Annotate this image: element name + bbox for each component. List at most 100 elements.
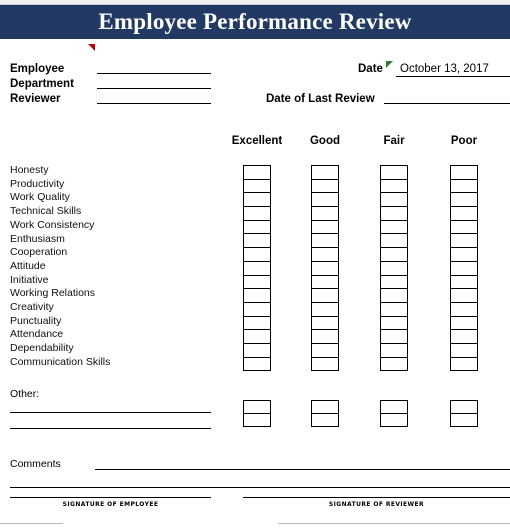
rating-checkbox[interactable]: [244, 276, 270, 290]
other-input-line-1[interactable]: [10, 412, 211, 413]
rating-checkbox[interactable]: [381, 289, 407, 303]
rating-column-poor: [450, 165, 478, 372]
rating-column-header-fair: Fair: [383, 135, 405, 147]
criteria-label-attendance: Attendance: [10, 328, 64, 341]
reviewer-signature-line[interactable]: [243, 497, 510, 498]
rating-checkbox[interactable]: [451, 180, 477, 194]
rating-checkbox[interactable]: [381, 358, 407, 372]
comments-label: Comments: [10, 458, 61, 470]
other-rating-checkbox[interactable]: [381, 401, 407, 414]
rating-checkbox[interactable]: [451, 303, 477, 317]
rating-checkbox[interactable]: [381, 276, 407, 290]
rating-checkbox[interactable]: [312, 262, 338, 276]
other-rating-column-good: [311, 400, 339, 427]
rating-checkbox[interactable]: [451, 262, 477, 276]
department-input-line[interactable]: [97, 88, 211, 89]
date-of-last-review-label: Date of Last Review: [266, 93, 375, 105]
rating-checkbox[interactable]: [244, 207, 270, 221]
rating-checkbox[interactable]: [312, 193, 338, 208]
criteria-label-initiative: Initiative: [10, 273, 49, 286]
rating-checkbox[interactable]: [312, 289, 338, 303]
rating-checkbox[interactable]: [244, 358, 270, 372]
rating-checkbox[interactable]: [244, 289, 270, 303]
rating-checkbox[interactable]: [312, 303, 338, 317]
rating-checkbox[interactable]: [451, 193, 477, 208]
rating-checkbox[interactable]: [381, 221, 407, 235]
rating-checkbox[interactable]: [381, 303, 407, 317]
other-input-line-2[interactable]: [10, 428, 211, 429]
criteria-label-work-consistency: Work Consistency: [10, 218, 95, 231]
rating-checkbox[interactable]: [312, 207, 338, 221]
employee-signature-caption: SIGNATURE OF EMPLOYEE: [62, 500, 159, 508]
rating-checkbox[interactable]: [381, 193, 407, 208]
rating-checkbox[interactable]: [451, 289, 477, 303]
rating-checkbox[interactable]: [312, 317, 338, 331]
reviewer-input-line[interactable]: [97, 103, 211, 104]
rating-checkbox[interactable]: [312, 276, 338, 290]
rating-checkbox[interactable]: [381, 262, 407, 276]
rating-checkbox[interactable]: [451, 166, 477, 180]
rating-checkbox[interactable]: [312, 358, 338, 372]
rating-checkbox[interactable]: [451, 317, 477, 331]
rating-checkbox[interactable]: [244, 193, 270, 208]
rating-checkbox[interactable]: [244, 317, 270, 331]
comments-input-line-1[interactable]: [95, 469, 510, 470]
other-rating-checkbox[interactable]: [381, 414, 407, 427]
bottom-rule-right: [278, 523, 510, 524]
rating-checkbox[interactable]: [312, 180, 338, 194]
criteria-label-honesty: Honesty: [10, 164, 49, 176]
rating-checkbox[interactable]: [381, 166, 407, 180]
rating-checkbox[interactable]: [244, 303, 270, 317]
criteria-list: Honesty Productivity Work Quality Technical…: [10, 164, 210, 370]
rating-checkbox[interactable]: [312, 234, 338, 249]
rating-checkbox[interactable]: [451, 248, 477, 262]
date-value[interactable]: October 13, 2017: [400, 63, 489, 76]
criteria-label-productivity: Productivity: [10, 177, 65, 190]
rating-checkbox[interactable]: [451, 344, 477, 358]
rating-checkbox[interactable]: [381, 180, 407, 194]
rating-checkbox[interactable]: [451, 358, 477, 372]
criteria-label-working-relations: Working Relations: [10, 287, 96, 300]
rating-checkbox[interactable]: [381, 344, 407, 358]
rating-checkbox[interactable]: [244, 180, 270, 194]
rating-checkbox[interactable]: [451, 276, 477, 290]
rating-column-fair: [380, 165, 408, 372]
rating-checkbox[interactable]: [381, 330, 407, 344]
rating-checkbox[interactable]: [451, 234, 477, 249]
rating-checkbox[interactable]: [244, 166, 270, 180]
rating-checkbox[interactable]: [312, 330, 338, 344]
rating-checkbox[interactable]: [451, 330, 477, 344]
rating-checkbox[interactable]: [312, 221, 338, 235]
comments-input-line-2[interactable]: [10, 487, 510, 488]
rating-checkbox[interactable]: [244, 248, 270, 262]
rating-column-good: [311, 165, 339, 372]
other-rating-checkbox[interactable]: [312, 401, 338, 414]
rating-checkbox[interactable]: [312, 248, 338, 262]
rating-checkbox[interactable]: [381, 207, 407, 221]
other-rating-column-fair: [380, 400, 408, 427]
rating-checkbox[interactable]: [451, 207, 477, 221]
other-rating-checkbox[interactable]: [244, 414, 270, 427]
criteria-label-punctuality: Punctuality: [10, 314, 62, 327]
other-rating-checkbox[interactable]: [451, 414, 477, 427]
rating-checkbox[interactable]: [381, 248, 407, 262]
employee-input-line[interactable]: [97, 73, 211, 74]
criteria-label-enthusiasm: Enthusiasm: [10, 232, 65, 245]
rating-checkbox[interactable]: [312, 344, 338, 358]
rating-checkbox[interactable]: [312, 166, 338, 180]
other-rating-column-excellent: [243, 400, 271, 427]
other-rating-checkbox[interactable]: [312, 414, 338, 427]
rating-checkbox[interactable]: [381, 234, 407, 249]
other-rating-checkbox[interactable]: [451, 401, 477, 414]
rating-checkbox[interactable]: [381, 317, 407, 331]
other-rating-checkbox[interactable]: [244, 401, 270, 414]
rating-checkbox[interactable]: [451, 221, 477, 235]
rating-checkbox[interactable]: [244, 221, 270, 235]
rating-checkbox[interactable]: [244, 262, 270, 276]
rating-checkbox[interactable]: [244, 234, 270, 249]
rating-checkbox[interactable]: [244, 344, 270, 358]
rating-checkbox[interactable]: [244, 330, 270, 344]
date-of-last-review-input-line[interactable]: [384, 103, 510, 104]
employee-signature-line[interactable]: [10, 497, 211, 498]
date-input-line[interactable]: [396, 76, 510, 77]
